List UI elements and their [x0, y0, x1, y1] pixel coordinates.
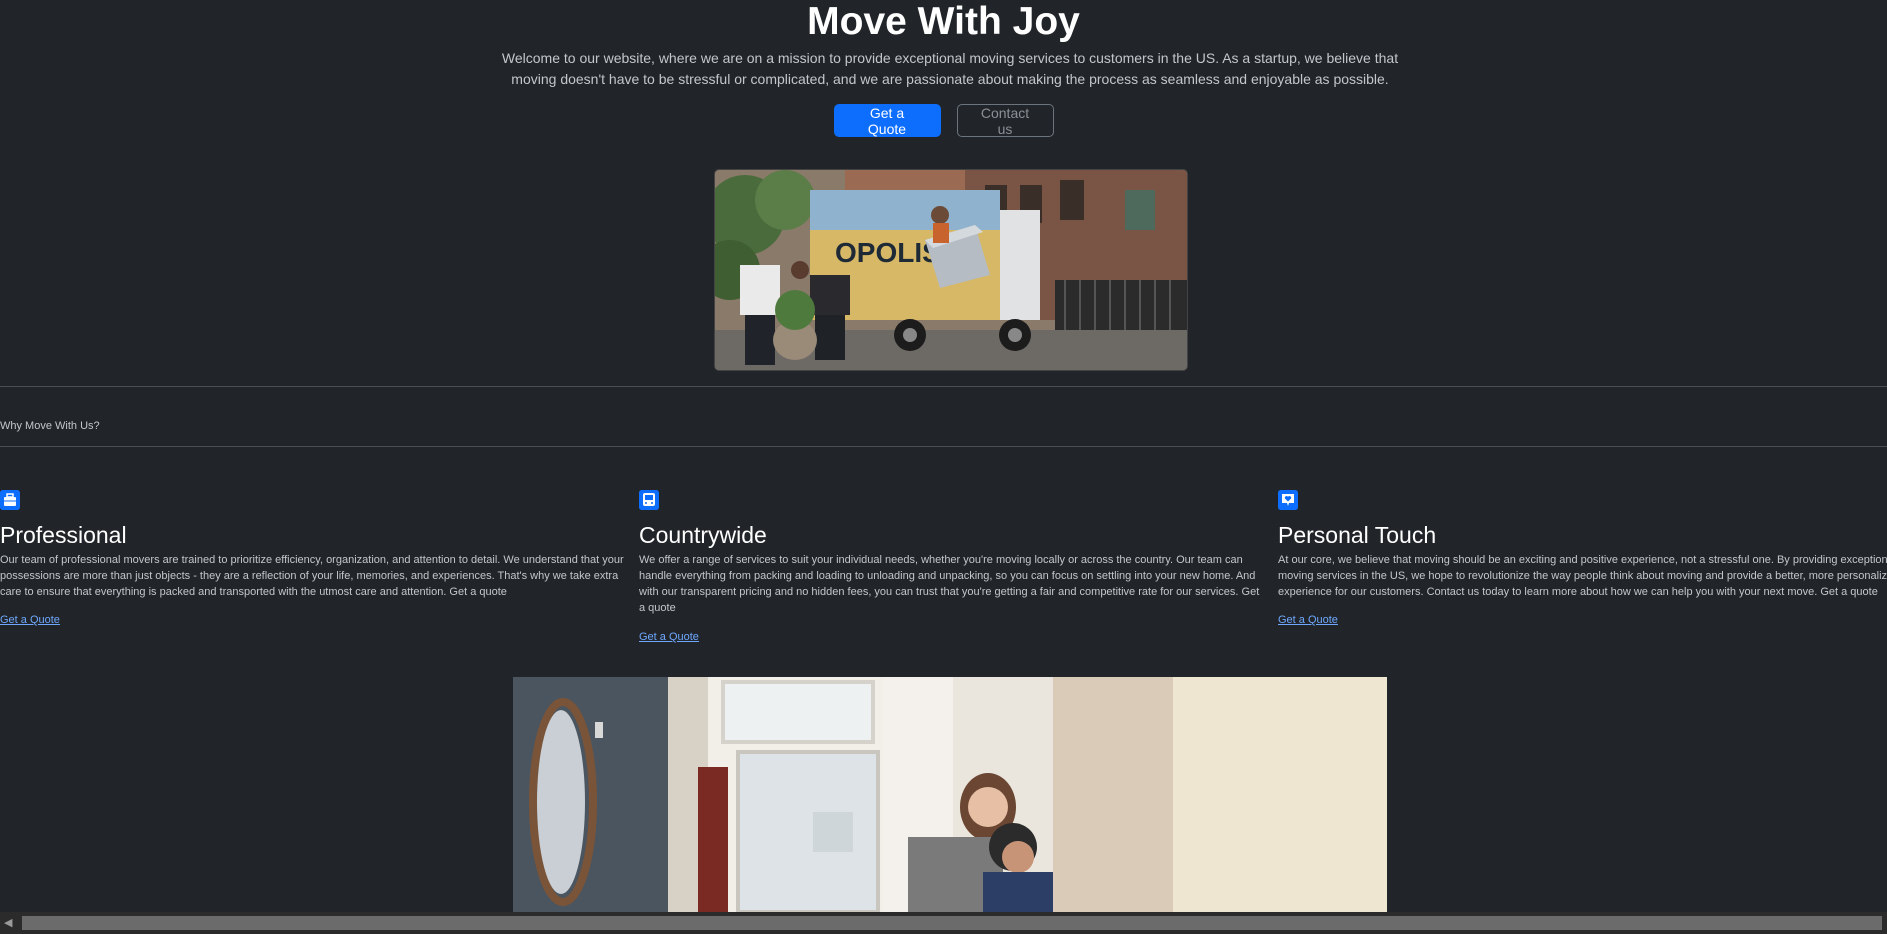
contact-us-button[interactable]: Contact us	[956, 104, 1054, 137]
hero-button-row: Get a Quote Contact us	[0, 104, 1887, 137]
feature-get-quote-link[interactable]: Get a Quote	[639, 631, 699, 643]
feature-title: Professional	[0, 522, 127, 548]
chat-heart-icon	[1278, 490, 1298, 510]
family-hug-photo	[513, 677, 1387, 912]
feature-description: We offer a range of services to suit you…	[639, 554, 1260, 614]
divider-bottom	[0, 446, 1887, 447]
scroll-left-arrow-icon[interactable]: ◀	[4, 916, 12, 930]
page: Move With Joy Welcome to our website, wh…	[0, 0, 1887, 934]
moving-truck-photo: OPOLIS	[714, 169, 1188, 371]
feature-countrywide: Countrywide We offer a range of services…	[639, 490, 1264, 643]
briefcase-icon	[0, 490, 20, 510]
feature-personal-touch: Personal Touch At our core, we believe t…	[1278, 490, 1887, 626]
feature-get-quote-link[interactable]: Get a Quote	[1278, 614, 1338, 626]
svg-text:OPOLIS: OPOLIS	[835, 237, 941, 268]
feature-title: Countrywide	[639, 522, 767, 548]
feature-get-quote-link[interactable]: Get a Quote	[0, 614, 60, 626]
get-quote-button[interactable]: Get a Quote	[833, 104, 941, 137]
why-move-heading: Why Move With Us?	[0, 420, 100, 432]
feature-description: At our core, we believe that moving shou…	[1278, 554, 1887, 598]
divider-top	[0, 386, 1887, 387]
feature-title: Personal Touch	[1278, 522, 1437, 548]
feature-description: Our team of professional movers are trai…	[0, 554, 624, 598]
scrollbar-thumb[interactable]	[22, 916, 1882, 930]
horizontal-scrollbar[interactable]: ◀	[0, 912, 1887, 934]
page-title: Move With Joy	[807, 0, 1080, 43]
feature-professional: Professional Our team of professional mo…	[0, 490, 625, 626]
hero-subtitle: Welcome to our website, where we are on …	[501, 50, 1399, 87]
bus-icon	[639, 490, 659, 510]
